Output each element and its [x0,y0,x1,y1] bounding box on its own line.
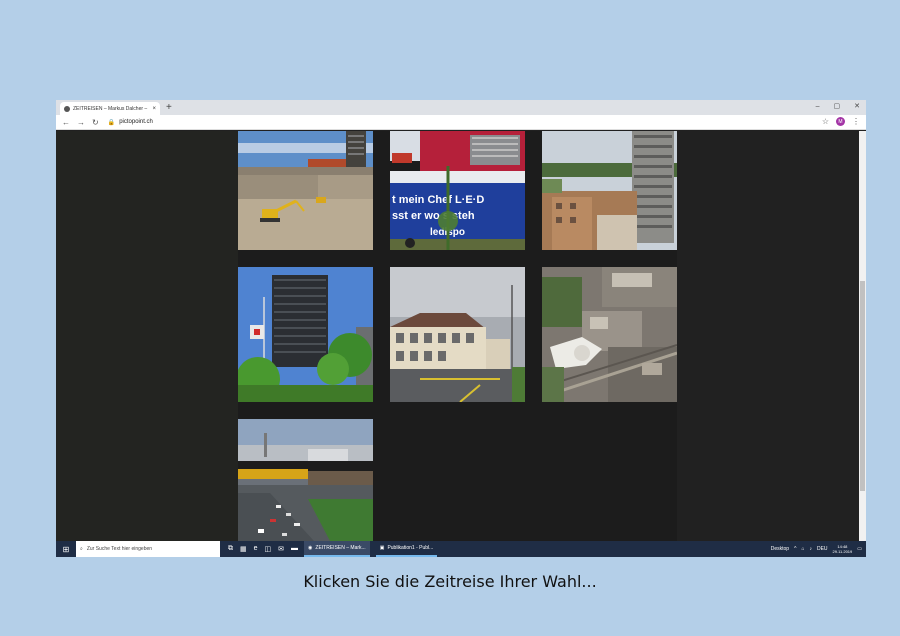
taskbar-search-input[interactable]: ⌕ Zur Suche Text hier eingeben [76,541,220,557]
taskbar-item-browser[interactable]: ◉ ZEITREISEN – Mark... [304,541,370,557]
window-controls: – ▢ ✕ [816,101,860,113]
right-sidebar-background [677,131,859,541]
screenshot-window: ZEITREISEN – Markus Dalcher – × + – ▢ ✕ … [56,100,866,557]
address-bar: ← → ↻ 🔒 pictopoint.ch ☆ M ⋮ [56,115,866,130]
photo-highway[interactable] [238,419,373,541]
forward-icon[interactable]: → [77,118,85,127]
windows-start-icon[interactable]: ⊞ [56,545,76,554]
store-icon[interactable]: ◫ [265,545,272,553]
photo-tower-residential[interactable] [542,131,677,250]
photo-red-building-truck[interactable]: t mein Chef L·E·D sst er wo s steh ledis… [390,131,525,250]
edge-icon[interactable]: e [254,545,258,553]
maximize-button[interactable]: ▢ [834,101,841,113]
lock-icon: 🔒 [107,119,116,126]
notification-icon[interactable]: ▭ [857,546,862,552]
taskbar-item-publisher[interactable]: ▣ Publikation1 - Publ... [375,541,438,557]
taskbar-item-label: ZEITREISEN – Mark... [315,545,366,551]
menu-icon[interactable]: ⋮ [852,117,860,126]
photo-tower-flag[interactable] [238,267,373,402]
url-field[interactable]: pictopoint.ch [119,119,153,125]
network-icon[interactable]: ⌂ [801,546,804,552]
svg-text:sst er wo s steh: sst er wo s steh [392,210,475,222]
favicon-icon [64,105,70,112]
close-window-button[interactable]: ✕ [854,101,860,113]
publisher-icon: ▣ [379,545,385,551]
task-view-icon[interactable]: ⧉ [228,545,233,553]
left-sidebar-background [56,131,238,541]
folder-icon[interactable]: ▬ [291,545,298,553]
reload-icon[interactable]: ↻ [92,118,99,127]
photo-aerial-view[interactable] [542,267,677,402]
clock-date: 29.11.2019 [832,549,853,554]
bookmark-star-icon[interactable]: ☆ [822,117,829,126]
search-placeholder: Zur Suche Text hier eingeben [86,546,153,552]
new-tab-button[interactable]: + [166,101,172,114]
taskbar-pinned-icons: ⧉ ▦ e ◫ ✉ ▬ [228,545,298,553]
address-bar-actions: ☆ M ⋮ [822,117,860,126]
clock[interactable]: 14:48 29.11.2019 [833,544,853,554]
browser-tabbar: ZEITREISEN – Markus Dalcher – × + – ▢ ✕ [56,100,866,115]
caption-text: Klicken Sie die Zeitreise Ihrer Wahl... [303,572,597,591]
windows-taskbar: ⊞ ⌕ Zur Suche Text hier eingeben ⧉ ▦ e ◫… [56,541,866,557]
photo-school-building[interactable] [390,267,525,402]
minimize-button[interactable]: – [816,101,820,113]
chrome-icon: ◉ [308,545,313,551]
mail-icon[interactable]: ✉ [278,545,284,553]
tab-title: ZEITREISEN – Markus Dalcher – [73,105,148,112]
back-icon[interactable]: ← [62,118,70,127]
system-tray: Desktop ^ ⌂ ♪ DEU 14:48 29.11.2019 ▭ [771,541,862,557]
language-indicator[interactable]: DEU [817,546,828,552]
search-icon: ⌕ [80,546,83,552]
taskbar-item-label: Publikation1 - Publ... [387,545,434,551]
scrollbar[interactable] [859,131,866,541]
nav-buttons: ← → ↻ [62,118,99,127]
page-content: t mein Chef L·E·D sst er wo s steh ledis… [56,131,859,541]
photo-construction-site[interactable] [238,131,373,250]
chevron-up-icon[interactable]: ^ [794,546,796,552]
avatar[interactable]: M [836,117,845,126]
scrollbar-thumb[interactable] [860,281,865,491]
svg-text:t mein Chef L·E·D: t mein Chef L·E·D [392,194,484,206]
volume-icon[interactable]: ♪ [809,546,812,552]
app-icon[interactable]: ▦ [240,545,247,553]
browser-tab[interactable]: ZEITREISEN – Markus Dalcher – × [60,102,160,115]
desktop-label[interactable]: Desktop [771,546,789,552]
tab-close-icon[interactable]: × [152,106,156,112]
